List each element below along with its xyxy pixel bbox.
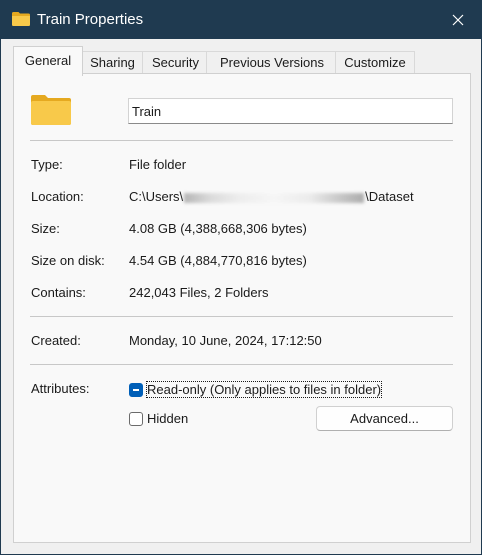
location-value: C:\Users\ \Dataset [129,189,414,204]
close-icon [452,14,464,26]
divider [30,140,453,141]
size-label: Size: [31,221,60,236]
folder-icon [31,95,71,125]
divider [30,316,453,317]
divider [30,364,453,365]
size-on-disk-label: Size on disk: [31,253,105,268]
redacted-path [184,192,365,203]
created-value: Monday, 10 June, 2024, 17:12:50 [129,333,322,348]
attributes-label: Attributes: [31,381,90,396]
readonly-checkbox[interactable] [129,383,143,397]
general-panel: Type: File folder Location: C:\Users\ \Da… [13,73,471,543]
type-value: File folder [129,157,187,172]
size-on-disk-value: 4.54 GB (4,884,770,816 bytes) [129,253,307,268]
folder-icon [12,12,30,26]
size-value: 4.08 GB (4,388,668,306 bytes) [129,221,307,236]
created-label: Created: [31,333,81,348]
close-button[interactable] [435,1,481,39]
properties-window: Train Properties General Sharing Securit… [0,0,482,555]
readonly-label[interactable]: Read-only (Only applies to files in fold… [145,381,383,398]
location-suffix: \Dataset [365,189,414,204]
tab-security[interactable]: Security [142,51,209,74]
window-title: Train Properties [37,11,144,28]
contains-value: 242,043 Files, 2 Folders [129,285,269,300]
location-label: Location: [31,189,84,204]
tab-customize[interactable]: Customize [335,51,415,74]
tab-general[interactable]: General [13,46,83,76]
contains-label: Contains: [31,285,86,300]
hidden-label[interactable]: Hidden [147,411,188,426]
hidden-checkbox[interactable] [129,412,143,426]
location-prefix: C:\Users\ [129,189,184,204]
folder-name-input[interactable] [128,98,453,124]
tab-previous-versions[interactable]: Previous Versions [206,51,338,74]
type-label: Type: [31,157,63,172]
advanced-button[interactable]: Advanced... [316,406,453,431]
tab-sharing[interactable]: Sharing [80,51,145,74]
title-bar[interactable]: Train Properties [1,1,481,39]
